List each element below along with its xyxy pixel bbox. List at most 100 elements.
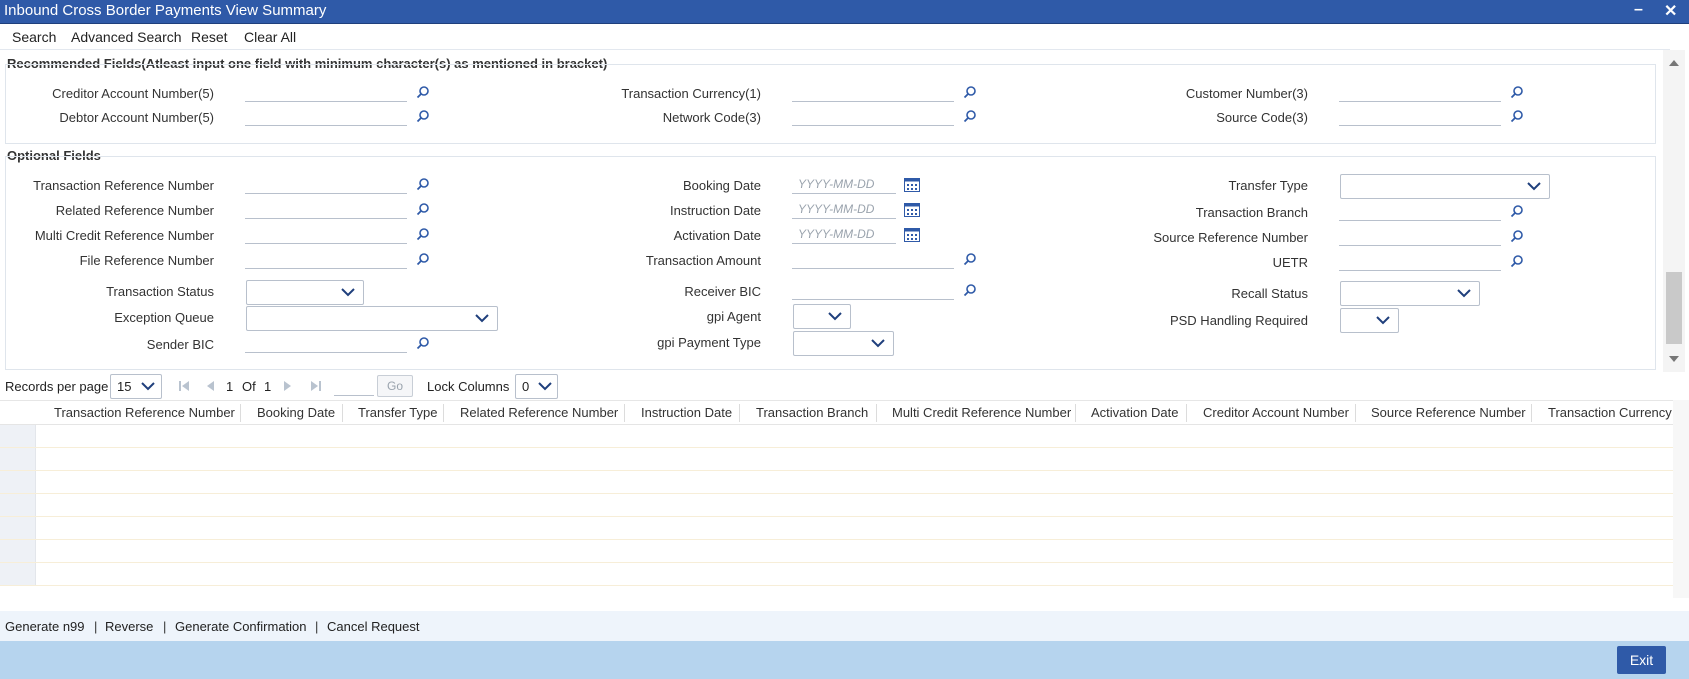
reverse-link[interactable]: Reverse: [105, 619, 153, 634]
column-header[interactable]: Booking Date: [257, 405, 335, 420]
search-icon[interactable]: [1510, 85, 1524, 99]
table-row[interactable]: [0, 517, 1673, 540]
table-row[interactable]: [0, 471, 1673, 494]
search-icon[interactable]: [963, 85, 977, 99]
column-header[interactable]: Transfer Type: [358, 405, 437, 420]
last-page-icon[interactable]: [310, 380, 322, 392]
search-icon[interactable]: [1510, 109, 1524, 123]
instruction-date-input[interactable]: YYYY-MM-DD: [792, 199, 896, 219]
next-page-icon[interactable]: [283, 380, 293, 392]
column-divider: [1531, 404, 1532, 422]
generate-n99-link[interactable]: Generate n99: [5, 619, 85, 634]
row-selector[interactable]: [0, 494, 36, 516]
multi-credit-reference-number-input[interactable]: [245, 224, 407, 244]
gpi-agent-select[interactable]: [793, 304, 851, 329]
source-code-input[interactable]: [1339, 106, 1501, 126]
records-per-page-select[interactable]: 15: [110, 374, 162, 399]
exit-button[interactable]: Exit: [1617, 646, 1666, 674]
pagination-bar: Records per page 15 1 Of 1 Go Lock Colum…: [0, 372, 1670, 400]
sender-bic-input[interactable]: [245, 333, 407, 353]
customer-number-input[interactable]: [1339, 82, 1501, 102]
source-reference-number-input[interactable]: [1339, 226, 1501, 246]
search-icon[interactable]: [1510, 229, 1524, 243]
column-header[interactable]: Multi Credit Reference Number: [892, 405, 1071, 420]
table-row[interactable]: [0, 425, 1673, 448]
table-row[interactable]: [0, 563, 1673, 586]
transaction-currency-input[interactable]: [792, 82, 954, 102]
form-scrollbar[interactable]: [1663, 50, 1685, 372]
table-row[interactable]: [0, 540, 1673, 563]
column-header[interactable]: Transaction Currency: [1548, 405, 1672, 420]
exception-queue-select[interactable]: [246, 306, 498, 331]
search-button[interactable]: Search: [12, 29, 56, 45]
network-code-input[interactable]: [792, 106, 954, 126]
column-header[interactable]: Creditor Account Number: [1203, 405, 1349, 420]
calendar-icon[interactable]: [904, 177, 920, 192]
minimize-button[interactable]: –: [1634, 1, 1643, 19]
activation-date-input[interactable]: YYYY-MM-DD: [792, 224, 896, 244]
search-icon[interactable]: [416, 202, 430, 216]
generate-confirmation-link[interactable]: Generate Confirmation: [175, 619, 307, 634]
row-selector[interactable]: [0, 448, 36, 470]
close-button[interactable]: ✕: [1664, 1, 1677, 21]
scrollbar-thumb[interactable]: [1666, 272, 1682, 344]
related-reference-number-input[interactable]: [245, 199, 407, 219]
row-selector[interactable]: [0, 540, 36, 562]
chevron-down-icon: [871, 339, 885, 348]
search-icon[interactable]: [416, 85, 430, 99]
clear-all-button[interactable]: Clear All: [244, 29, 296, 45]
column-header[interactable]: Transaction Reference Number: [54, 405, 235, 420]
recall-status-select[interactable]: [1340, 281, 1480, 306]
transaction-status-select[interactable]: [246, 280, 364, 305]
scroll-down-icon[interactable]: [1669, 356, 1679, 362]
column-header[interactable]: Related Reference Number: [460, 405, 618, 420]
transaction-reference-number-input[interactable]: [245, 174, 407, 194]
row-selector[interactable]: [0, 517, 36, 539]
search-icon[interactable]: [963, 252, 977, 266]
cancel-request-link[interactable]: Cancel Request: [327, 619, 420, 634]
calendar-icon[interactable]: [904, 227, 920, 242]
search-icon[interactable]: [1510, 254, 1524, 268]
receiver-bic-input[interactable]: [792, 280, 954, 300]
search-icon[interactable]: [416, 252, 430, 266]
creditor-account-input[interactable]: [245, 82, 407, 102]
search-icon[interactable]: [416, 336, 430, 350]
page-number-input[interactable]: [334, 378, 374, 396]
column-header[interactable]: Source Reference Number: [1371, 405, 1526, 420]
debtor-account-input[interactable]: [245, 106, 407, 126]
scroll-up-icon[interactable]: [1669, 60, 1679, 66]
table-scrollbar[interactable]: [1673, 400, 1689, 598]
row-selector[interactable]: [0, 563, 36, 585]
transaction-amount-input[interactable]: [792, 249, 954, 269]
go-button[interactable]: Go: [377, 375, 413, 397]
file-reference-number-input[interactable]: [245, 249, 407, 269]
table-row[interactable]: [0, 448, 1673, 471]
lock-columns-label: Lock Columns: [427, 379, 510, 394]
row-selector[interactable]: [0, 471, 36, 493]
booking-date-input[interactable]: YYYY-MM-DD: [792, 174, 896, 194]
gpi-payment-type-select[interactable]: [793, 331, 894, 356]
calendar-icon[interactable]: [904, 202, 920, 217]
search-icon[interactable]: [416, 227, 430, 241]
transfer-type-select[interactable]: [1340, 174, 1550, 199]
search-icon[interactable]: [416, 109, 430, 123]
previous-page-icon[interactable]: [205, 380, 215, 392]
uetr-input[interactable]: [1339, 251, 1501, 271]
reset-button[interactable]: Reset: [191, 29, 228, 45]
column-divider: [739, 404, 740, 422]
first-page-icon[interactable]: [178, 380, 190, 392]
row-selector[interactable]: [0, 425, 36, 447]
psd-handling-required-select[interactable]: [1340, 308, 1399, 333]
table-row[interactable]: [0, 494, 1673, 517]
records-per-page-label: Records per page: [5, 379, 109, 394]
column-header[interactable]: Transaction Branch: [756, 405, 868, 420]
column-header[interactable]: Instruction Date: [641, 405, 732, 420]
lock-columns-select[interactable]: 0: [515, 374, 558, 399]
column-header[interactable]: Activation Date: [1091, 405, 1178, 420]
search-icon[interactable]: [963, 283, 977, 297]
search-icon[interactable]: [1510, 204, 1524, 218]
advanced-search-button[interactable]: Advanced Search: [71, 29, 182, 45]
transaction-branch-input[interactable]: [1339, 201, 1501, 221]
search-icon[interactable]: [963, 109, 977, 123]
search-icon[interactable]: [416, 177, 430, 191]
